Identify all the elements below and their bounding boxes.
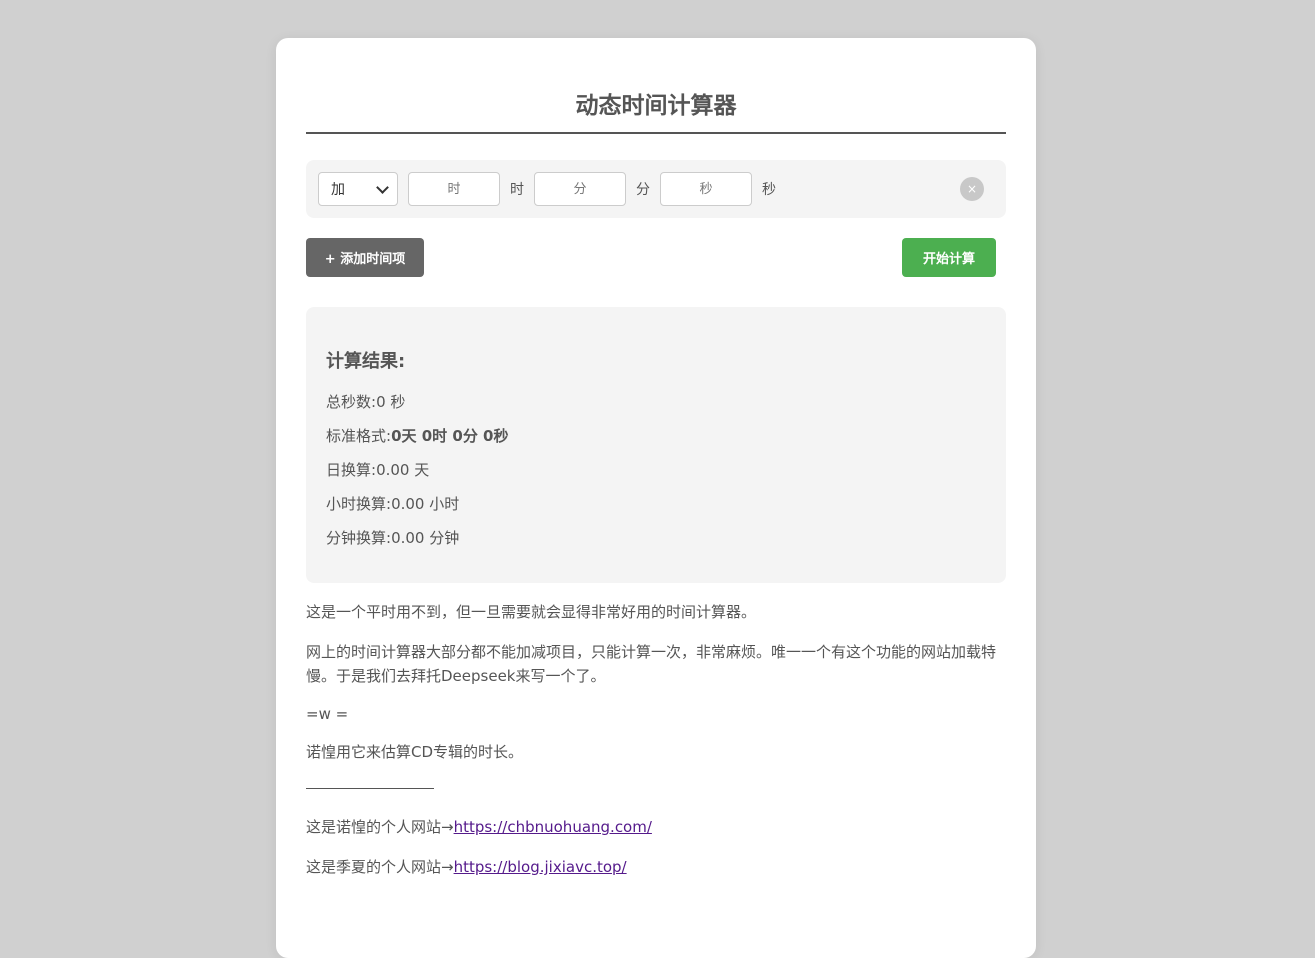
minutes-label: 分钟换算: bbox=[326, 529, 392, 547]
site-line-jixia: 这是季夏的个人网站→https://blog.jixiavc.top/ bbox=[306, 855, 1006, 879]
result-panel: 计算结果: 总秒数:0 秒 标准格式:0天 0时 0分 0秒 日换算:0.00 … bbox=[306, 307, 1006, 583]
standard-format-label: 标准格式: bbox=[326, 427, 392, 445]
calculate-button[interactable]: 开始计算 bbox=[902, 238, 996, 277]
total-seconds-label: 总秒数: bbox=[326, 393, 377, 411]
seconds-input[interactable] bbox=[660, 172, 752, 206]
hours-unit-label: 时 bbox=[510, 182, 524, 198]
site-prefix: 这是诺惶的个人网站→ bbox=[306, 818, 454, 836]
jixia-site-link[interactable]: https://blog.jixiavc.top/ bbox=[454, 858, 627, 876]
seconds-unit-label: 秒 bbox=[762, 182, 776, 198]
standard-format-line: 标准格式:0天 0时 0分 0秒 bbox=[326, 426, 986, 460]
time-item-row: 加 时 分 秒 × bbox=[306, 160, 1006, 218]
site-line-nuohuang: 这是诺惶的个人网站→https://chbnuohuang.com/ bbox=[306, 815, 1006, 839]
hours-line: 小时换算:0.00 小时 bbox=[326, 494, 986, 528]
description-paragraph: 这是一个平时用不到，但一旦需要就会显得非常好用的时间计算器。 bbox=[306, 603, 757, 621]
description-paragraph: 诺惶用它来估算CD专辑的时长。 bbox=[306, 743, 524, 761]
total-seconds-value: 0 秒 bbox=[376, 393, 406, 411]
minutes-input[interactable] bbox=[534, 172, 626, 206]
nuohuang-site-link[interactable]: https://chbnuohuang.com/ bbox=[454, 818, 652, 836]
add-time-item-button[interactable]: + 添加时间项 bbox=[306, 238, 424, 277]
description-paragraph: 网上的时间计算器大部分都不能加减项目，只能计算一次，非常麻烦。唯一一个有这个功能… bbox=[306, 643, 997, 685]
days-label: 日换算: bbox=[326, 461, 377, 479]
minutes-value: 0.00 分钟 bbox=[391, 529, 460, 547]
hours-label: 小时换算: bbox=[326, 495, 392, 513]
calculator-card: 动态时间计算器 加 时 分 秒 × + 添加时间项 开始计算 计算结果: 总秒数… bbox=[276, 38, 1036, 958]
site-prefix: 这是季夏的个人网站→ bbox=[306, 858, 454, 876]
minutes-unit-label: 分 bbox=[636, 182, 650, 198]
operation-select[interactable]: 加 bbox=[318, 172, 398, 206]
days-line: 日换算:0.00 天 bbox=[326, 460, 986, 494]
result-title: 计算结果: bbox=[326, 351, 406, 372]
hours-value: 0.00 小时 bbox=[391, 495, 460, 513]
divider bbox=[306, 788, 434, 789]
minutes-line: 分钟换算:0.00 分钟 bbox=[326, 528, 986, 562]
remove-item-button[interactable]: × bbox=[960, 177, 984, 201]
close-icon: × bbox=[966, 182, 978, 196]
action-buttons: + 添加时间项 开始计算 bbox=[306, 238, 1006, 277]
emoticon-text: =w = bbox=[306, 705, 349, 723]
standard-format-value: 0天 0时 0分 0秒 bbox=[391, 427, 509, 445]
days-value: 0.00 天 bbox=[376, 461, 430, 479]
hours-input[interactable] bbox=[408, 172, 500, 206]
total-seconds-line: 总秒数:0 秒 bbox=[326, 392, 986, 426]
operation-select-value: 加 bbox=[331, 182, 345, 198]
page-title: 动态时间计算器 bbox=[306, 38, 1006, 134]
chevron-down-icon bbox=[376, 180, 389, 194]
